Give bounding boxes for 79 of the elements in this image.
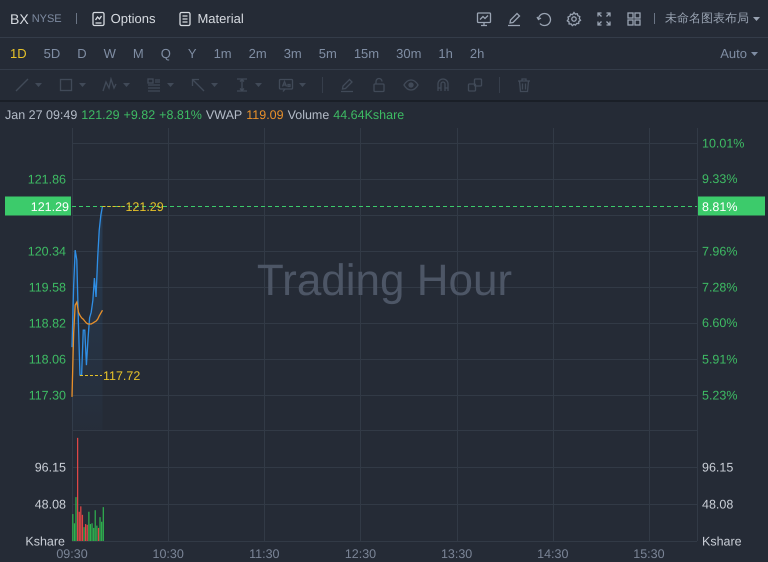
axis-label: 9.33% — [702, 172, 738, 186]
quote-text: VWAP — [206, 108, 242, 122]
interval-tab[interactable]: 1h — [436, 46, 455, 61]
fullscreen-icon[interactable] — [596, 10, 612, 26]
quote-text: 119.09 — [246, 108, 284, 122]
interval-tab[interactable]: Q — [158, 46, 173, 61]
caret-icon — [79, 83, 86, 87]
axis-label: 96.15 — [34, 460, 66, 474]
symbol: BX — [10, 10, 29, 26]
axis-label: 96.15 — [702, 460, 734, 474]
document-icon — [177, 10, 194, 26]
axis-label: 10.01% — [702, 136, 744, 150]
options-button[interactable]: Options — [90, 10, 156, 26]
axis-label: 118.06 — [28, 352, 66, 366]
interval-tab[interactable]: 5D — [42, 46, 62, 61]
quote-text: +8.81% — [159, 108, 202, 122]
settings-icon[interactable] — [566, 10, 582, 26]
quote-text: 44.64Kshare — [333, 108, 404, 122]
interval-tab[interactable]: M — [130, 46, 146, 61]
axis-label: 5.23% — [702, 388, 738, 402]
axis-label: 14:30 — [537, 547, 568, 561]
leader-line — [102, 206, 125, 207]
axis-label: 48.08 — [702, 498, 734, 512]
caret-icon — [255, 83, 262, 87]
percent-badge: 8.81% — [698, 196, 765, 216]
interval-tab[interactable]: 5m — [316, 46, 339, 61]
interval-tab[interactable]: 2m — [246, 46, 269, 61]
price-badge: 121.29 — [5, 196, 71, 216]
axis-label: 7.28% — [702, 280, 738, 294]
axis-label: 6.60% — [702, 316, 738, 330]
refresh-icon[interactable] — [536, 10, 552, 26]
axis-label: 121.86 — [28, 172, 66, 187]
caret-icon — [123, 83, 130, 87]
monitor-chart-icon[interactable] — [476, 10, 492, 26]
quote-text: Jan 27 09:49 — [5, 108, 78, 122]
axis-label: 11:30 — [249, 547, 280, 561]
axis-label: 12:30 — [344, 547, 376, 561]
grid-icon[interactable] — [626, 10, 642, 26]
axis-label: 119.58 — [28, 280, 66, 295]
caret-icon — [35, 83, 42, 87]
scale-dropdown[interactable]: Auto — [720, 46, 758, 61]
interval-tab[interactable]: W — [102, 46, 118, 61]
chart-document-icon — [90, 10, 107, 26]
interval-tab[interactable]: 1D — [8, 46, 29, 61]
axis-label: 10:30 — [152, 547, 184, 561]
interval-tab[interactable]: 3m — [282, 46, 304, 61]
caret-icon — [753, 16, 760, 20]
quote-text: +9.82 — [124, 108, 156, 122]
interval-tab[interactable]: D — [75, 46, 89, 61]
caret-icon — [299, 83, 306, 87]
leader-line — [79, 375, 102, 376]
price-label: 117.72 — [102, 369, 140, 383]
interval-tab[interactable]: Y — [186, 46, 199, 61]
axis-label: 13:30 — [440, 547, 472, 561]
axis-label: 5.91% — [702, 352, 738, 367]
caret-icon — [751, 52, 758, 56]
exchange: NYSE — [32, 12, 62, 24]
interval-tab[interactable]: 30m — [394, 46, 424, 61]
unit-label: Kshare — [25, 534, 65, 548]
quote-text: Volume — [288, 108, 330, 122]
caret-icon — [211, 83, 218, 87]
interval-tab[interactable]: 1m — [212, 46, 234, 61]
axis-label: 48.08 — [34, 498, 66, 512]
axis-label: 09:30 — [56, 547, 88, 561]
price-label: 121.29 — [125, 200, 164, 214]
axis-label: 117.30 — [28, 388, 66, 402]
axis-label: 120.34 — [28, 244, 66, 259]
layout-dropdown[interactable]: 未命名图表布局 — [665, 10, 760, 27]
ref-line-label: 121.29 — [30, 200, 70, 214]
edit-icon[interactable] — [506, 10, 522, 26]
interval-tab[interactable]: 2h — [468, 46, 486, 61]
axis-label: 118.82 — [28, 316, 66, 331]
material-button[interactable]: Material — [177, 10, 244, 26]
axis-label: 7.96% — [702, 244, 738, 258]
unit-label: Kshare — [702, 534, 742, 548]
caret-icon — [167, 83, 174, 87]
axis-label: 15:30 — [633, 547, 665, 561]
interval-tab[interactable]: 15m — [352, 46, 382, 61]
quote-text: 121.29 — [81, 108, 120, 122]
